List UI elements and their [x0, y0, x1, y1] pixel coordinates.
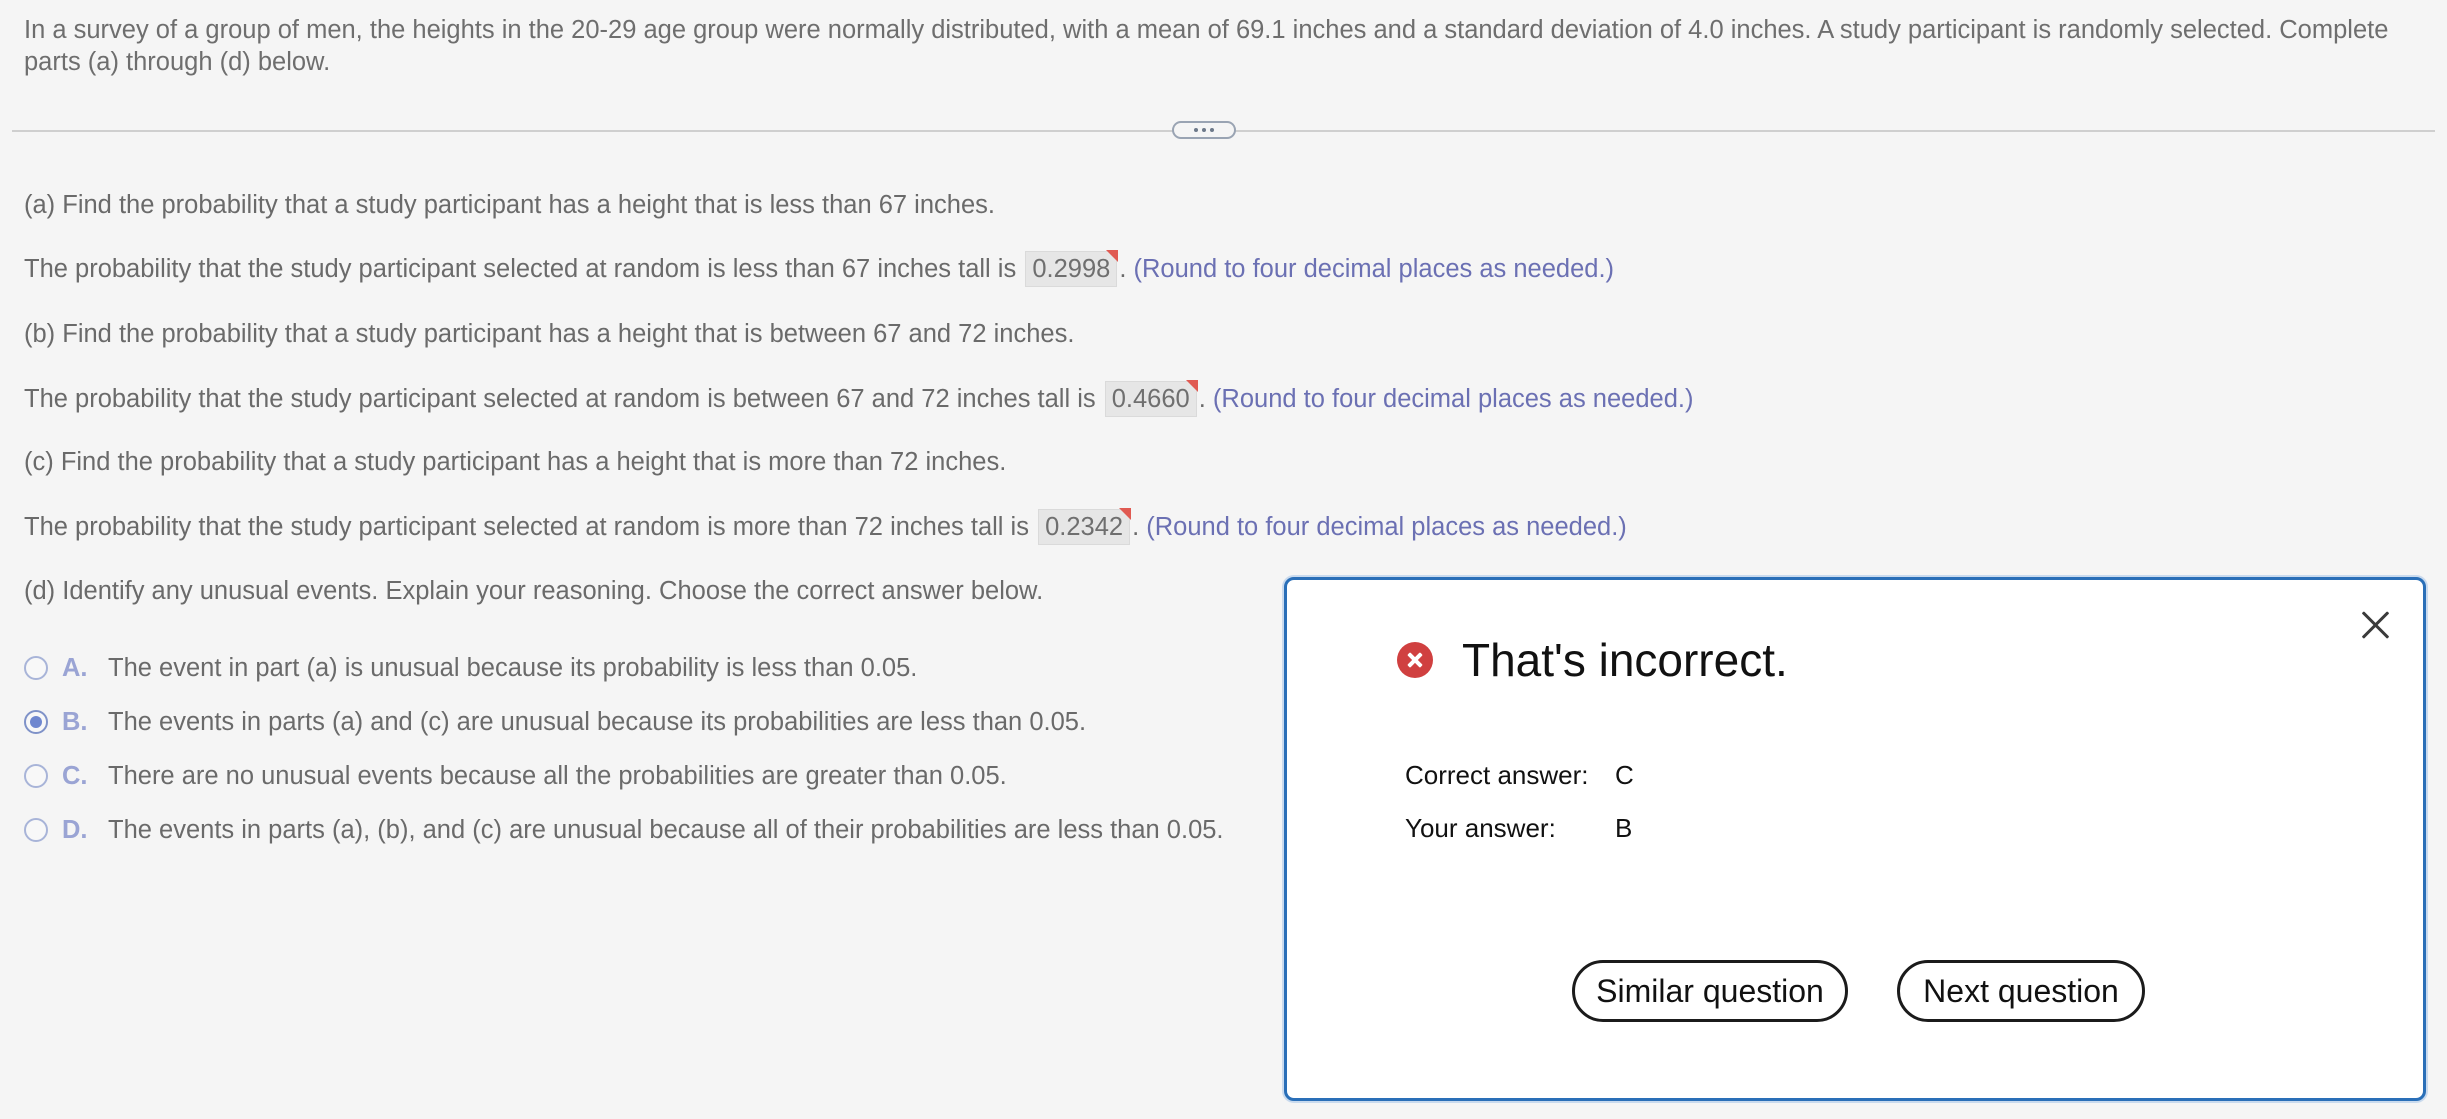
part-c-answer-box[interactable]: 0.2342	[1038, 508, 1132, 545]
part-a-question: (a) Find the probability that a study pa…	[24, 191, 995, 219]
error-x-icon	[1397, 642, 1433, 678]
choice-b[interactable]: B. The events in parts (a) and (c) are u…	[24, 702, 1086, 742]
radio-button[interactable]	[24, 764, 48, 788]
part-b-hint: (Round to four decimal places as needed.…	[1212, 385, 1694, 413]
part-c-hint: (Round to four decimal places as needed.…	[1146, 513, 1627, 541]
part-b-answer-prefix: The probability that the study participa…	[24, 385, 1096, 413]
choice-text: The events in parts (a), (b), and (c) ar…	[108, 815, 1224, 844]
radio-button[interactable]	[24, 818, 48, 842]
choice-letter: B.	[62, 707, 88, 736]
part-a-answer-prefix: The probability that the study participa…	[24, 255, 1017, 283]
dot	[1210, 128, 1214, 132]
correct-answer-label: Correct answer:	[1405, 760, 1589, 790]
part-c-answer-line: The probability that the study participa…	[24, 508, 1627, 545]
radio-button[interactable]	[24, 656, 48, 680]
part-a-answer-line: The probability that the study participa…	[24, 250, 1615, 287]
part-a-answer-suffix: .	[1119, 255, 1127, 283]
feedback-title: That's incorrect.	[1462, 634, 1788, 686]
choice-d[interactable]: D. The events in parts (a), (b), and (c)…	[24, 810, 1224, 850]
radio-button-selected[interactable]	[24, 710, 48, 734]
choice-text: The events in parts (a) and (c) are unus…	[108, 707, 1087, 736]
dot	[1194, 128, 1198, 132]
similar-question-button[interactable]: Similar question	[1572, 960, 1848, 1022]
dot	[1202, 128, 1206, 132]
part-d-question: (d) Identify any unusual events. Explain…	[24, 577, 1044, 605]
more-dots-icon[interactable]	[1172, 121, 1236, 139]
part-c-answer-suffix: .	[1132, 513, 1140, 541]
choice-letter: A.	[62, 653, 88, 682]
correct-answer-value: C	[1615, 760, 1634, 790]
close-icon[interactable]	[2355, 605, 2395, 645]
choice-letter: D.	[62, 815, 88, 844]
part-c-question: (c) Find the probability that a study pa…	[24, 448, 1007, 476]
choice-letter: C.	[62, 761, 88, 790]
part-b-answer-box[interactable]: 0.4660	[1104, 380, 1198, 417]
part-b-answer-line: The probability that the study participa…	[24, 380, 1694, 417]
next-question-button[interactable]: Next question	[1897, 960, 2145, 1022]
choice-a[interactable]: A. The event in part (a) is unusual beca…	[24, 648, 917, 688]
problem-statement: In a survey of a group of men, the heigh…	[24, 16, 2389, 76]
choice-text: The event in part (a) is unusual because…	[108, 653, 918, 682]
part-a-answer-box[interactable]: 0.2998	[1025, 250, 1119, 287]
feedback-dialog: That's incorrect. Correct answer: C Your…	[1284, 577, 2426, 1101]
choice-text: There are no unusual events because all …	[108, 761, 1007, 790]
part-a-hint: (Round to four decimal places as needed.…	[1133, 255, 1615, 283]
part-c-answer-prefix: The probability that the study participa…	[24, 513, 1029, 541]
part-b-answer-suffix: .	[1198, 385, 1206, 413]
your-answer-value: B	[1615, 813, 1633, 843]
part-b-question: (b) Find the probability that a study pa…	[24, 320, 1075, 348]
choice-c[interactable]: C. There are no unusual events because a…	[24, 756, 1007, 796]
your-answer-label: Your answer:	[1405, 813, 1556, 843]
